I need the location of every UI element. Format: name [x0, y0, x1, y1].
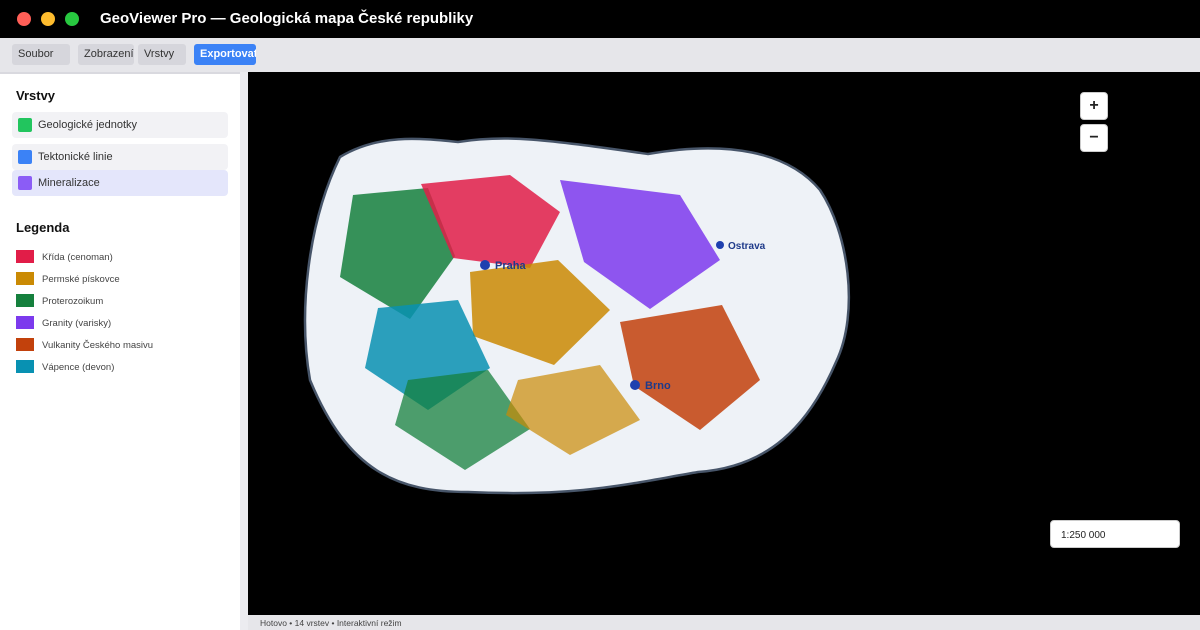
legend-swatch: [16, 250, 34, 263]
legend-swatch: [16, 338, 34, 351]
legend-swatch: [16, 360, 34, 373]
close-window-button[interactable]: [17, 12, 31, 26]
layer-swatch: [18, 118, 32, 132]
layer-swatch: [18, 176, 32, 190]
city-marker-brno[interactable]: [630, 380, 640, 390]
layers-heading: Vrstvy: [16, 88, 56, 103]
legend-label: Proterozoikum: [42, 296, 104, 307]
menu-soubor[interactable]: Soubor: [12, 44, 70, 65]
status-text: Hotovo • 14 vrstev • Interaktivní režim: [260, 618, 402, 628]
sidebar-resize-handle[interactable]: [240, 72, 248, 630]
minimize-window-button[interactable]: [41, 12, 55, 26]
legend-label: Křída (cenoman): [42, 252, 113, 263]
menu-vrstvy[interactable]: Vrstvy: [138, 44, 186, 65]
layer-item-geologicke-jednotky[interactable]: Geologické jednotky: [12, 112, 228, 138]
layer-item-tektonicke-linie[interactable]: Tektonické linie: [12, 144, 228, 170]
legend-label: Vulkanity Českého masivu: [42, 340, 154, 351]
title-bar: GeoViewer Pro — Geologická mapa České re…: [0, 0, 1200, 38]
legend-swatch: [16, 294, 34, 307]
city-label-praha: Praha: [495, 260, 526, 272]
menu-bar: Soubor Zobrazení Vrstvy Exportovat: [0, 38, 1200, 72]
city-marker-praha[interactable]: [480, 260, 490, 270]
window-title: GeoViewer Pro — Geologická mapa České re…: [100, 10, 474, 27]
zoom-in-button[interactable]: +: [1080, 92, 1108, 120]
layer-swatch: [18, 150, 32, 164]
legend-label: Vápence (devon): [42, 362, 115, 373]
layer-label: Geologické jednotky: [38, 119, 138, 131]
city-label-brno: Brno: [645, 380, 671, 392]
city-label-ostrava: Ostrava: [728, 241, 766, 252]
status-bar: Hotovo • 14 vrstev • Interaktivní režim: [248, 615, 1200, 630]
scale-indicator: 1:250 000: [1050, 520, 1180, 548]
sidebar: Vrstvy Geologické jednotky Tektonické li…: [0, 72, 240, 630]
maximize-window-button[interactable]: [65, 12, 79, 26]
legend-heading: Legenda: [16, 220, 70, 235]
legend-swatch: [16, 272, 34, 285]
layer-label: Tektonické linie: [38, 151, 113, 163]
export-button[interactable]: Exportovat: [194, 44, 256, 65]
layer-label: Mineralizace: [38, 177, 100, 189]
menu-zobrazeni[interactable]: Zobrazení: [78, 44, 134, 65]
legend-swatch: [16, 316, 34, 329]
city-marker-ostrava[interactable]: [716, 241, 724, 249]
legend-label: Permské pískovce: [42, 274, 120, 285]
map-canvas[interactable]: Praha Ostrava Brno + − 1:250 000: [248, 72, 1200, 615]
layer-item-mineralizace[interactable]: Mineralizace: [12, 170, 228, 196]
zoom-out-button[interactable]: −: [1080, 124, 1108, 152]
legend-label: Granity (varisky): [42, 318, 112, 329]
